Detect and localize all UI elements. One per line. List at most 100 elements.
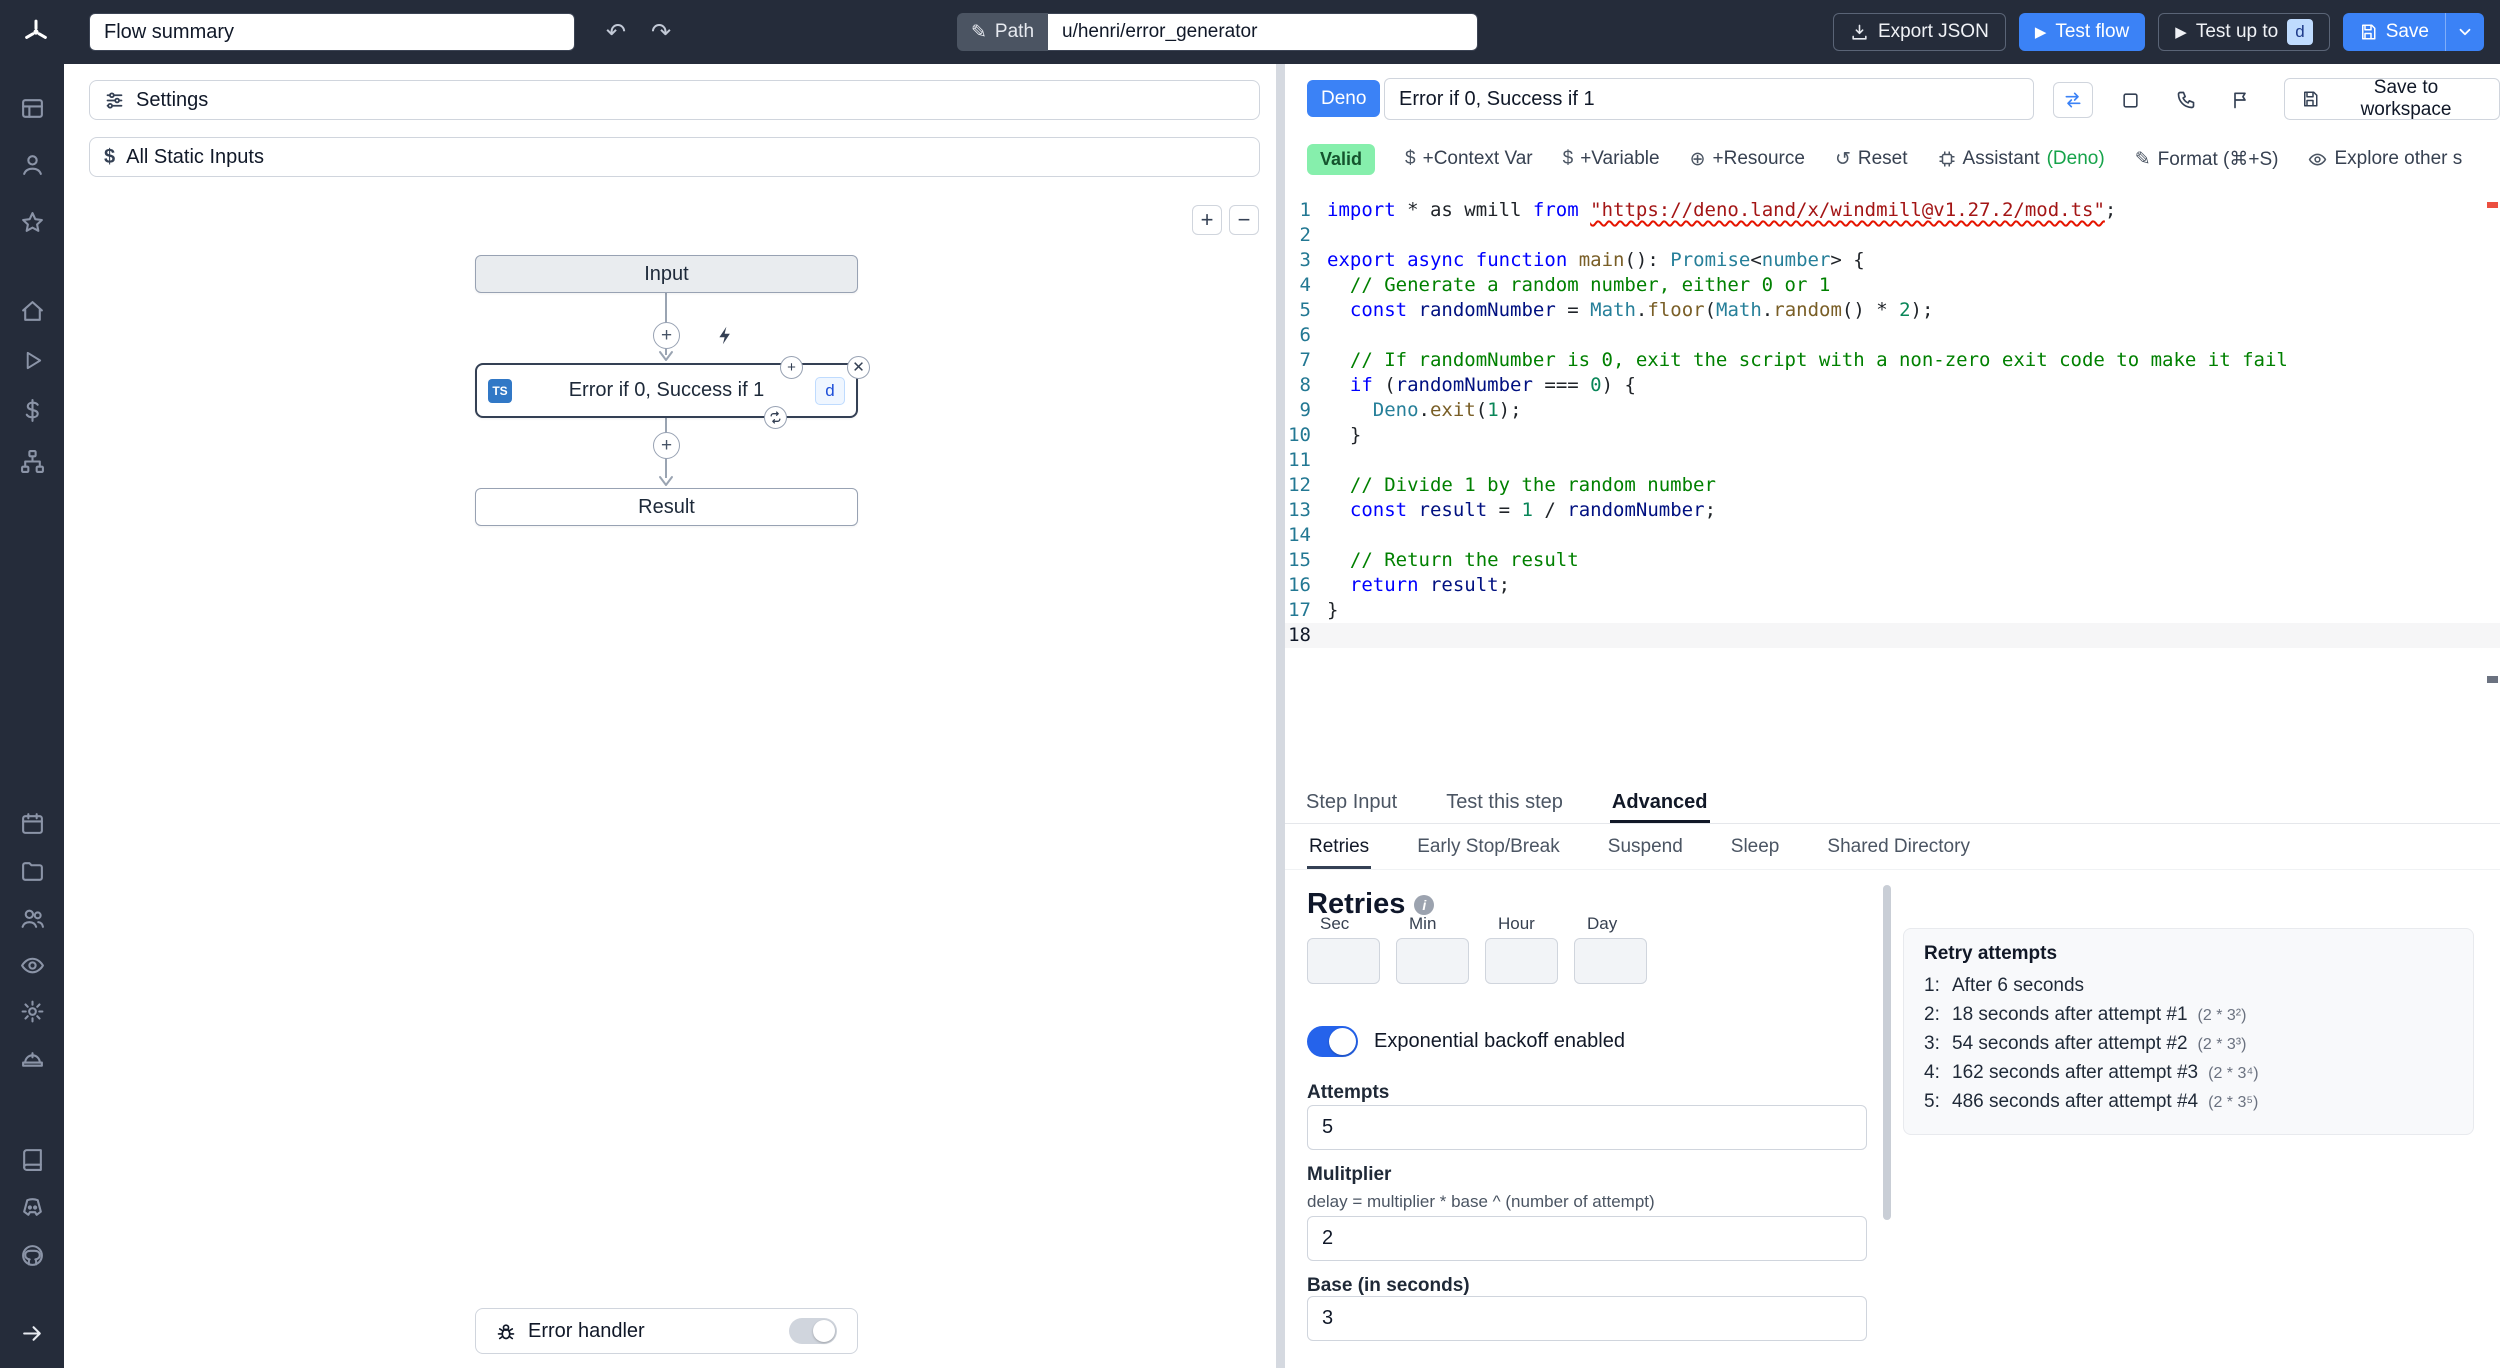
code-line[interactable]: 16 return result; bbox=[1285, 573, 2500, 598]
code-line[interactable]: 12 // Divide 1 by the random number bbox=[1285, 473, 2500, 498]
home-icon[interactable] bbox=[19, 298, 45, 324]
tab-test-this-step[interactable]: Test this step bbox=[1444, 781, 1565, 823]
add-variable-button[interactable]: $ +Variable bbox=[1563, 148, 1660, 170]
table-icon[interactable] bbox=[19, 95, 45, 121]
sitemap-icon[interactable] bbox=[19, 448, 45, 474]
code-line[interactable]: 4 // Generate a random number, either 0 … bbox=[1285, 273, 2500, 298]
cron-hour-input[interactable] bbox=[1485, 938, 1558, 984]
code-line[interactable]: 9 Deno.exit(1); bbox=[1285, 398, 2500, 423]
subtab-retries[interactable]: Retries bbox=[1307, 824, 1371, 869]
dollar-icon[interactable] bbox=[19, 397, 45, 423]
cron-sec-input[interactable] bbox=[1307, 938, 1380, 984]
phone-icon[interactable] bbox=[2166, 82, 2206, 118]
calendar-icon[interactable] bbox=[19, 810, 45, 836]
flow-summary-input[interactable] bbox=[89, 13, 575, 51]
path-input[interactable] bbox=[1048, 13, 1479, 51]
code-line[interactable]: 17} bbox=[1285, 598, 2500, 623]
reset-button[interactable]: ↺ Reset bbox=[1835, 148, 1908, 171]
zoom-in-button[interactable]: + bbox=[1192, 205, 1222, 235]
assistant-button[interactable]: Assistant (Deno) bbox=[1938, 148, 2105, 170]
redo-button[interactable]: ↷ bbox=[642, 14, 680, 50]
subtab-early-stop[interactable]: Early Stop/Break bbox=[1415, 824, 1562, 869]
save-button[interactable]: Save bbox=[2342, 13, 2445, 51]
tab-step-input[interactable]: Step Input bbox=[1304, 781, 1399, 823]
add-step-button[interactable]: + bbox=[653, 432, 680, 459]
test-up-to-button[interactable]: ▶ Test up to d bbox=[2158, 13, 2330, 51]
panel-resizer[interactable] bbox=[1276, 64, 1285, 1368]
result-node[interactable]: Result bbox=[475, 488, 858, 526]
star-icon[interactable] bbox=[19, 209, 45, 235]
users-icon[interactable] bbox=[19, 905, 45, 931]
subtab-sleep[interactable]: Sleep bbox=[1729, 824, 1782, 869]
flag-icon[interactable] bbox=[2220, 82, 2260, 118]
path-chip[interactable]: ✎ Path bbox=[957, 13, 1049, 51]
scrollbar-thumb[interactable] bbox=[1883, 885, 1891, 1220]
error-handler-toggle[interactable] bbox=[789, 1318, 837, 1344]
code-line[interactable]: 2 bbox=[1285, 223, 2500, 248]
base-input[interactable] bbox=[1307, 1296, 1867, 1341]
add-context-var-button[interactable]: $ +Context Var bbox=[1405, 148, 1533, 170]
folder-icon[interactable] bbox=[19, 858, 45, 884]
test-flow-button[interactable]: ▶ Test flow bbox=[2018, 13, 2146, 51]
retry-attempt-item: 2: 18 seconds after attempt #1 (2 * 3²) bbox=[1924, 1004, 2247, 1025]
explore-scripts-button[interactable]: Explore other s bbox=[2308, 148, 2462, 170]
format-button[interactable]: ✎ Format (⌘+S) bbox=[2135, 148, 2279, 171]
code-line[interactable]: 15 // Return the result bbox=[1285, 548, 2500, 573]
undo-button[interactable]: ↶ bbox=[597, 14, 635, 50]
bug-icon bbox=[496, 1321, 516, 1341]
windmill-logo-icon[interactable] bbox=[16, 12, 56, 52]
github-icon[interactable] bbox=[19, 1242, 45, 1268]
info-icon[interactable]: i bbox=[1414, 894, 1435, 915]
attempts-input[interactable] bbox=[1307, 1105, 1867, 1150]
export-json-button[interactable]: Export JSON bbox=[1832, 13, 2006, 51]
base-label: Base (in seconds) bbox=[1307, 1275, 1470, 1296]
code-line[interactable]: 11 bbox=[1285, 448, 2500, 473]
code-line[interactable]: 14 bbox=[1285, 523, 2500, 548]
input-node[interactable]: Input bbox=[475, 255, 858, 293]
step-summary-input[interactable] bbox=[1384, 78, 2034, 120]
subtab-shared-directory[interactable]: Shared Directory bbox=[1825, 824, 1972, 869]
code-line[interactable]: 3 export async function main(): Promise<n… bbox=[1285, 248, 2500, 273]
trigger-bolt-icon[interactable] bbox=[710, 320, 740, 350]
cron-min-input[interactable] bbox=[1396, 938, 1469, 984]
add-resource-button[interactable]: ⊕ +Resource bbox=[1690, 148, 1805, 171]
zoom-out-button[interactable]: − bbox=[1229, 205, 1259, 235]
code-line[interactable]: 10 } bbox=[1285, 423, 2500, 448]
book-icon[interactable] bbox=[19, 1146, 45, 1172]
code-line[interactable]: 18 bbox=[1285, 623, 2500, 648]
subtab-suspend[interactable]: Suspend bbox=[1606, 824, 1685, 869]
box-icon[interactable] bbox=[2110, 82, 2150, 118]
tab-advanced[interactable]: Advanced bbox=[1610, 781, 1710, 823]
save-icon bbox=[2301, 90, 2319, 108]
code-line[interactable]: 5 const randomNumber = Math.floor(Math.r… bbox=[1285, 298, 2500, 323]
code-editor[interactable]: 1 import * as wmill from "https://deno.la… bbox=[1285, 188, 2500, 781]
multiplier-input[interactable] bbox=[1307, 1216, 1867, 1261]
arrow-right-icon[interactable] bbox=[19, 1320, 45, 1346]
retries-panel: Retries i Sec Min Hour Day Exponential b… bbox=[1285, 870, 2500, 1368]
worker-icon[interactable] bbox=[19, 1047, 45, 1073]
path-label: Path bbox=[994, 21, 1035, 42]
exponential-backoff-toggle[interactable] bbox=[1307, 1026, 1358, 1057]
play-icon: ▶ bbox=[2175, 24, 2187, 41]
retry-attempt-item: 1: After 6 seconds bbox=[1924, 975, 2085, 996]
code-line[interactable]: 6 bbox=[1285, 323, 2500, 348]
flow-graph[interactable]: + − Input + TS Error if 0, Success if 1 … bbox=[64, 64, 1276, 1368]
save-to-workspace-button[interactable]: Save to workspace bbox=[2284, 77, 2500, 120]
discord-icon[interactable] bbox=[19, 1194, 45, 1220]
code-line[interactable]: 7 // If randomNumber is 0, exit the scri… bbox=[1285, 348, 2500, 373]
eye-icon[interactable] bbox=[19, 952, 45, 978]
cron-day-input[interactable] bbox=[1574, 938, 1647, 984]
code-line[interactable]: 13 const result = 1 / randomNumber; bbox=[1285, 498, 2500, 523]
user-icon[interactable] bbox=[19, 151, 45, 177]
code-line[interactable]: 1 import * as wmill from "https://deno.la… bbox=[1285, 198, 2500, 223]
loop-icon[interactable] bbox=[764, 406, 787, 429]
play-icon[interactable] bbox=[19, 347, 45, 373]
add-step-button[interactable]: + bbox=[653, 322, 680, 349]
error-handler-bar[interactable]: Error handler bbox=[475, 1308, 858, 1354]
plus-circle-icon[interactable]: + bbox=[780, 356, 803, 379]
save-dropdown-button[interactable] bbox=[2445, 13, 2484, 51]
remove-step-icon[interactable]: ✕ bbox=[847, 356, 870, 379]
diff-mode-icon[interactable] bbox=[2053, 82, 2093, 118]
gear-icon[interactable] bbox=[19, 998, 45, 1024]
code-line[interactable]: 8 if (randomNumber === 0) { bbox=[1285, 373, 2500, 398]
